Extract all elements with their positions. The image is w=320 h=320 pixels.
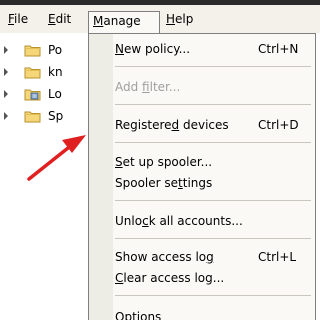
folder-icon: [24, 111, 41, 123]
menu-item-shortcut: Ctrl+D: [258, 118, 299, 132]
menu-manage-mnemonic: M: [93, 14, 104, 28]
menu-item-label-post: ew policy...: [123, 42, 191, 56]
menu-edit-label-post: dit: [55, 12, 72, 26]
menu-edit[interactable]: Edit: [44, 10, 75, 30]
menu-item-label-post: tings: [182, 176, 213, 190]
manage-dropdown-menu: New policy... Ctrl+N Add filter... Regis…: [88, 33, 316, 320]
menu-manage-label-post: anage: [103, 14, 141, 28]
menu-item-set-up-spooler[interactable]: Set up spooler...: [115, 151, 311, 173]
menu-item-unlock-all-accounts[interactable]: Unlock all accounts...: [115, 210, 311, 232]
menu-item-label-post: et up spooler...: [122, 155, 213, 169]
menu-item-mnemonic: g: [206, 250, 214, 264]
menu-item-shortcut: Ctrl+L: [258, 250, 297, 264]
menu-separator: [115, 200, 311, 201]
menu-file-label-post: ile: [14, 12, 29, 26]
menu-item-label-pre: Spooler se: [115, 176, 179, 190]
menu-item-label-pre: Unlo: [115, 214, 143, 228]
menu-item-options[interactable]: Options: [115, 306, 311, 320]
menu-item-mnemonic: c: [142, 214, 149, 228]
menu-item-label-post: ptions: [124, 310, 162, 320]
menu-separator: [115, 142, 311, 143]
expand-arrow-icon[interactable]: [4, 68, 8, 76]
menu-help-mnemonic: H: [166, 12, 176, 26]
tree-item-label: Po: [48, 43, 63, 57]
menu-item-spooler-settings[interactable]: Spooler settings: [115, 172, 311, 194]
menu-item-add-filter: Add filter...: [115, 76, 311, 98]
menu-item-label-pre: Registere: [115, 118, 172, 132]
menu-item-label-pre: Show access lo: [115, 250, 207, 264]
folder-icon: [24, 45, 41, 57]
tree-item-label: Lo: [48, 87, 62, 101]
expand-arrow-icon[interactable]: [4, 112, 8, 120]
menu-item-mnemonic: N: [115, 42, 124, 56]
menu-item-label-post: devices: [179, 118, 229, 132]
menu-item-label-post: k all accounts...: [148, 214, 243, 228]
tree-item-label: Sp: [48, 109, 64, 123]
menu-item-shortcut: Ctrl+N: [258, 42, 299, 56]
menu-item-label-post: lear access log...: [123, 271, 225, 285]
menu-item-registered-devices[interactable]: Registered devices Ctrl+D: [115, 114, 311, 136]
menu-bar: File Edit Manage Help: [0, 5, 320, 33]
menu-separator: [115, 104, 311, 105]
menu-separator: [115, 66, 311, 67]
menu-icon-stripe: [89, 34, 113, 320]
tree-panel: Po kn Lo Sp: [0, 33, 96, 320]
expand-arrow-icon[interactable]: [4, 46, 8, 54]
menu-item-new-policy[interactable]: New policy... Ctrl+N: [115, 38, 311, 60]
menu-manage[interactable]: Manage: [88, 11, 160, 33]
application-window: File Edit Manage Help Po kn Lo Sp New po…: [0, 0, 320, 320]
menu-item-label-post: ilter...: [149, 80, 181, 94]
tree-item-label: kn: [48, 65, 63, 79]
menu-item-clear-access-log[interactable]: Clear access log...: [115, 267, 311, 289]
menu-item-label-pre: Add: [115, 80, 143, 94]
menu-edit-mnemonic: E: [48, 12, 56, 26]
expand-arrow-icon[interactable]: [4, 90, 8, 98]
menu-file[interactable]: File: [4, 10, 32, 30]
folder-icon: [24, 67, 41, 79]
log-folder-icon: [24, 89, 41, 101]
menu-help-label-post: elp: [175, 12, 194, 26]
menu-item-mnemonic: d: [171, 118, 180, 132]
menu-help[interactable]: Help: [162, 10, 197, 30]
menu-separator: [115, 295, 311, 296]
menu-item-show-access-log[interactable]: Show access log Ctrl+L: [115, 246, 311, 268]
menu-item-mnemonic: S: [115, 155, 123, 169]
menu-separator: [115, 238, 311, 239]
menu-item-mnemonic: f: [142, 80, 150, 94]
